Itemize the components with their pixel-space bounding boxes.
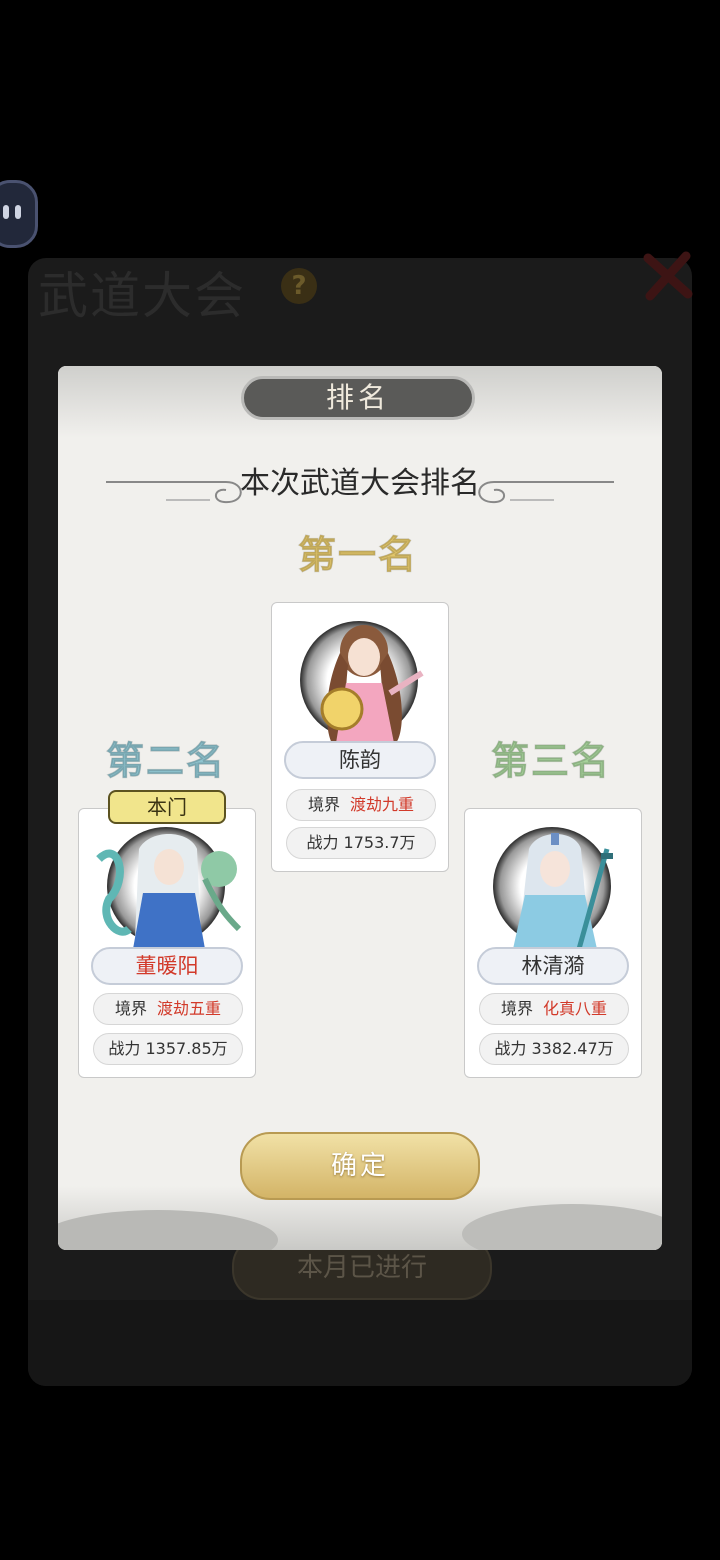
power-info: 战力 3382.47万	[479, 1033, 629, 1065]
realm-info: 境界 化真八重	[479, 993, 629, 1025]
page-title: 武道大会	[38, 267, 246, 325]
rank-third-card[interactable]: 林清漪 境界 化真八重 战力 3382.47万	[464, 808, 642, 1078]
realm-info: 境界 渡劫九重	[286, 789, 436, 821]
realm-info: 境界 渡劫五重	[93, 993, 243, 1025]
rank-second-label: 第二名	[105, 739, 227, 784]
close-icon[interactable]	[640, 248, 696, 304]
rank-third-label: 第三名	[490, 739, 612, 784]
help-icon[interactable]: ?	[281, 268, 317, 304]
confirm-button[interactable]: 确定	[240, 1132, 480, 1200]
rank-first-label: 第一名	[297, 533, 419, 578]
power-info: 战力 1753.7万	[286, 827, 436, 859]
dialog-title: 排名	[241, 376, 475, 420]
dialog-subtitle: 本次武道大会排名	[240, 466, 480, 501]
power-info: 战力 1357.85万	[93, 1033, 243, 1065]
character-name: 陈韵	[284, 741, 436, 779]
own-sect-badge: 本门	[108, 790, 226, 824]
rank-first-card[interactable]: 陈韵 境界 渡劫九重 战力 1753.7万	[271, 602, 449, 872]
character-name: 董暖阳	[91, 947, 243, 985]
avatar[interactable]	[0, 180, 38, 248]
character-portrait	[475, 819, 631, 949]
character-name: 林清漪	[477, 947, 629, 985]
character-portrait	[89, 819, 245, 949]
background-decoration	[28, 1300, 692, 1386]
character-portrait	[282, 613, 438, 743]
rank-second-card[interactable]: 董暖阳 境界 渡劫五重 战力 1357.85万	[78, 808, 256, 1078]
